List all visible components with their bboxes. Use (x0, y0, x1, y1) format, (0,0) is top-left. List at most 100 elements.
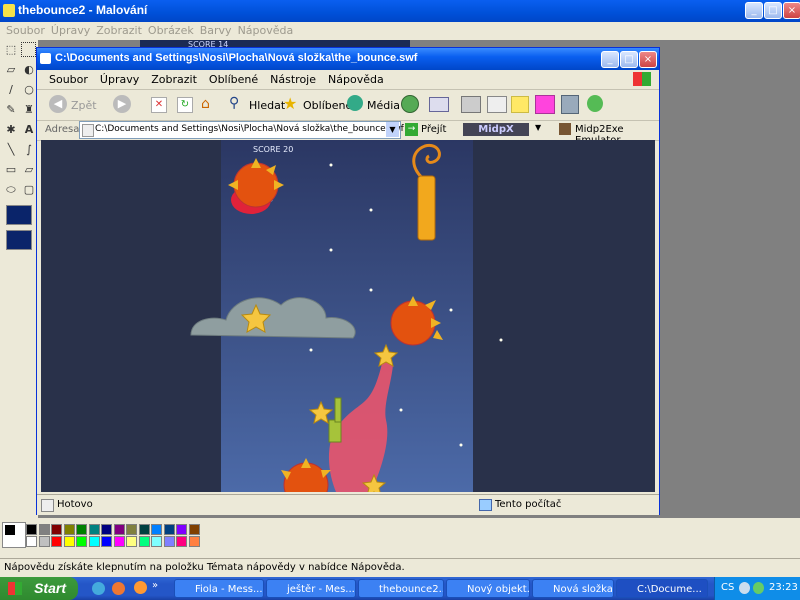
free-select-icon[interactable]: ⬚ (3, 42, 19, 58)
text-icon[interactable]: A (21, 122, 37, 138)
quicklaunch-ie-icon[interactable] (92, 582, 105, 595)
rounded-rect-icon[interactable]: ▢ (21, 182, 37, 198)
palette-swatch[interactable] (188, 536, 200, 547)
ie-close-button[interactable]: × (639, 51, 657, 68)
task-thebounce[interactable]: thebounce2... (358, 579, 444, 598)
favorites-icon[interactable]: ★ (283, 94, 297, 113)
palette-swatch[interactable] (63, 536, 75, 547)
palette-swatch[interactable] (88, 524, 100, 535)
favorites-button-label[interactable]: Oblíbené (303, 99, 352, 112)
polygon-icon[interactable]: ▱ (21, 162, 37, 178)
palette-swatch[interactable] (88, 536, 100, 547)
paint-close-button[interactable]: × (783, 2, 800, 19)
ellipse-icon[interactable]: ⬭ (3, 182, 19, 198)
language-indicator[interactable]: CS (721, 582, 734, 593)
palette-swatch[interactable] (151, 524, 162, 535)
rect-select-icon[interactable] (21, 42, 36, 57)
address-value[interactable]: C:\Documents and Settings\Nosi\Plocha\No… (95, 124, 404, 134)
airbrush-icon[interactable]: ✱ (3, 122, 19, 138)
palette-swatch[interactable] (38, 536, 50, 547)
line-icon[interactable]: ╲ (3, 142, 19, 158)
stop-icon[interactable]: ✕ (151, 97, 167, 113)
game-canvas[interactable]: SCORE 20 (41, 140, 655, 492)
go-button-label[interactable]: Přejít (421, 124, 446, 135)
task-jester[interactable]: ještěr - Mes... (266, 579, 356, 598)
ie-menu-help[interactable]: Nápověda (328, 70, 384, 89)
transparency-option-transparent[interactable] (6, 230, 32, 250)
midp-dropdown-icon[interactable]: ▼ (535, 123, 541, 132)
search-button-label[interactable]: Hledat (249, 99, 285, 112)
messenger-icon[interactable] (535, 95, 555, 114)
magnifier-icon[interactable]: ○ (21, 82, 37, 98)
paint-menu-file[interactable]: Soubor (6, 22, 45, 40)
start-button[interactable]: Start (0, 577, 78, 600)
palette-swatch[interactable] (76, 524, 87, 535)
edit-icon[interactable] (487, 96, 507, 113)
palette-swatch[interactable] (151, 536, 162, 547)
palette-swatch[interactable] (138, 524, 150, 535)
palette-swatch[interactable] (63, 524, 75, 535)
mail-icon[interactable] (429, 97, 449, 112)
tool-icon[interactable] (561, 95, 579, 114)
back-button-label[interactable]: Zpět (71, 99, 97, 112)
palette-swatch[interactable] (76, 536, 87, 547)
fill-icon[interactable]: ◐ (21, 62, 37, 78)
ie-minimize-button[interactable]: _ (601, 51, 619, 68)
palette-swatch[interactable] (113, 536, 125, 547)
palette-swatch[interactable] (126, 524, 137, 535)
volume-icon[interactable] (739, 582, 750, 594)
back-icon[interactable]: ◀ (49, 95, 67, 113)
palette-swatch[interactable] (26, 536, 37, 547)
address-dropdown-icon[interactable]: ▼ (386, 122, 399, 137)
palette-swatch[interactable] (51, 524, 62, 535)
media-icon[interactable] (347, 95, 363, 111)
address-field[interactable]: C:\Documents and Settings\Nosi\Plocha\No… (79, 121, 404, 139)
print-icon[interactable] (461, 96, 481, 113)
curve-icon[interactable]: ∫ (21, 142, 37, 158)
ie-menu-favorites[interactable]: Oblíbené (209, 70, 258, 89)
search-icon[interactable]: ⚲ (229, 95, 239, 111)
refresh-icon[interactable]: ↻ (177, 97, 193, 113)
transparency-option-opaque[interactable] (6, 205, 32, 225)
ie-menu-file[interactable]: Soubor (49, 70, 88, 89)
palette-swatch[interactable] (26, 524, 37, 535)
go-icon[interactable]: → (405, 123, 418, 136)
paint-menu-edit[interactable]: Úpravy (51, 22, 90, 40)
ie-menu-view[interactable]: Zobrazit (151, 70, 197, 89)
clock[interactable]: 23:23 (769, 582, 798, 593)
paint-menu-image[interactable]: Obrázek (148, 22, 194, 40)
palette-swatch[interactable] (176, 524, 187, 535)
palette-swatch[interactable] (163, 536, 175, 547)
network-icon[interactable] (753, 582, 764, 594)
task-novy-objekt[interactable]: Nový objekt... (446, 579, 530, 598)
brush-icon[interactable]: ♜ (21, 102, 37, 118)
palette-swatch[interactable] (188, 524, 200, 535)
extra-icon[interactable] (587, 95, 603, 112)
palette-swatch[interactable] (126, 536, 137, 547)
rectangle-icon[interactable]: ▭ (3, 162, 19, 178)
discuss-icon[interactable] (511, 96, 529, 113)
palette-swatch[interactable] (176, 536, 187, 547)
pencil-icon[interactable]: ✎ (3, 102, 19, 118)
palette-swatch[interactable] (101, 524, 112, 535)
flash-game-area[interactable]: SCORE 20 (41, 140, 655, 492)
task-nova-slozka[interactable]: Nová složka (532, 579, 614, 598)
palette-swatch[interactable] (38, 524, 50, 535)
palette-swatch[interactable] (101, 536, 112, 547)
palette-swatch[interactable] (113, 524, 125, 535)
palette-swatch[interactable] (163, 524, 175, 535)
palette-swatch[interactable] (51, 536, 62, 547)
picker-icon[interactable]: ∕ (3, 82, 19, 98)
paint-minimize-button[interactable]: _ (745, 2, 763, 19)
paint-maximize-button[interactable]: □ (764, 2, 782, 19)
forward-icon[interactable]: ▶ (113, 95, 131, 113)
quicklaunch-more-icon[interactable] (134, 581, 147, 594)
history-icon[interactable] (401, 95, 419, 113)
quicklaunch-firefox-icon[interactable] (112, 582, 125, 595)
task-ie-window[interactable]: C:\Docume... (616, 579, 708, 598)
eraser-icon[interactable]: ▱ (3, 62, 19, 78)
ie-menu-edit[interactable]: Úpravy (100, 70, 139, 89)
home-icon[interactable]: ⌂ (201, 96, 210, 112)
media-button-label[interactable]: Média (367, 99, 400, 112)
paint-menu-view[interactable]: Zobrazit (96, 22, 142, 40)
